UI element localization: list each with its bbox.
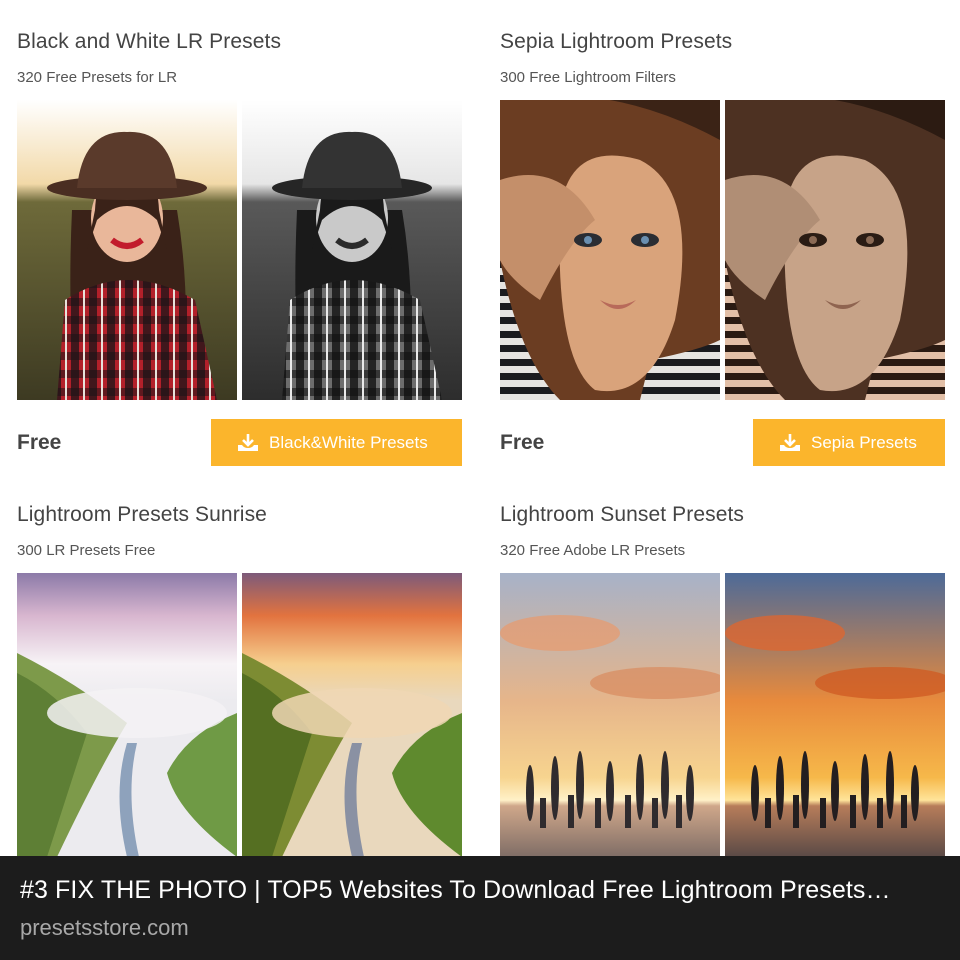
- after-image-sunrise: [242, 573, 462, 857]
- before-after-images[interactable]: [500, 573, 945, 857]
- download-button-label: Black&White Presets: [269, 432, 428, 452]
- card-title[interactable]: Lightroom Sunset Presets: [500, 503, 744, 527]
- before-after-images[interactable]: [17, 573, 462, 857]
- card-subtitle: 300 LR Presets Free: [17, 542, 156, 559]
- before-image-color: [17, 100, 237, 400]
- card-subtitle: 300 Free Lightroom Filters: [500, 69, 676, 86]
- before-image-sunrise: [17, 573, 237, 857]
- download-icon: [237, 433, 259, 453]
- before-image-color: [500, 100, 720, 400]
- card-title[interactable]: Black and White LR Presets: [17, 30, 281, 54]
- price-label: Free: [500, 431, 545, 454]
- card-subtitle: 320 Free Adobe LR Presets: [500, 542, 686, 559]
- caption-title[interactable]: #3 FIX THE PHOTO | TOP5 Websites To Down…: [20, 876, 940, 905]
- download-sepia-presets-button[interactable]: Sepia Presets: [753, 419, 945, 466]
- before-after-images[interactable]: [17, 100, 462, 400]
- after-image-sepia: [725, 100, 945, 400]
- card-title[interactable]: Lightroom Presets Sunrise: [17, 503, 267, 527]
- caption-domain: presetsstore.com: [20, 915, 189, 940]
- card-subtitle: 320 Free Presets for LR: [17, 69, 178, 86]
- download-icon: [779, 433, 801, 453]
- download-button-label: Sepia Presets: [811, 432, 917, 452]
- link-preview-caption[interactable]: #3 FIX THE PHOTO | TOP5 Websites To Down…: [0, 856, 960, 960]
- price-label: Free: [17, 431, 62, 454]
- download-bw-presets-button[interactable]: Black&White Presets: [211, 419, 462, 466]
- after-image-bw: [242, 100, 462, 400]
- card-title[interactable]: Sepia Lightroom Presets: [500, 30, 732, 54]
- before-image-sunset: [500, 573, 720, 857]
- before-after-images[interactable]: [500, 100, 945, 400]
- after-image-sunset: [725, 573, 945, 857]
